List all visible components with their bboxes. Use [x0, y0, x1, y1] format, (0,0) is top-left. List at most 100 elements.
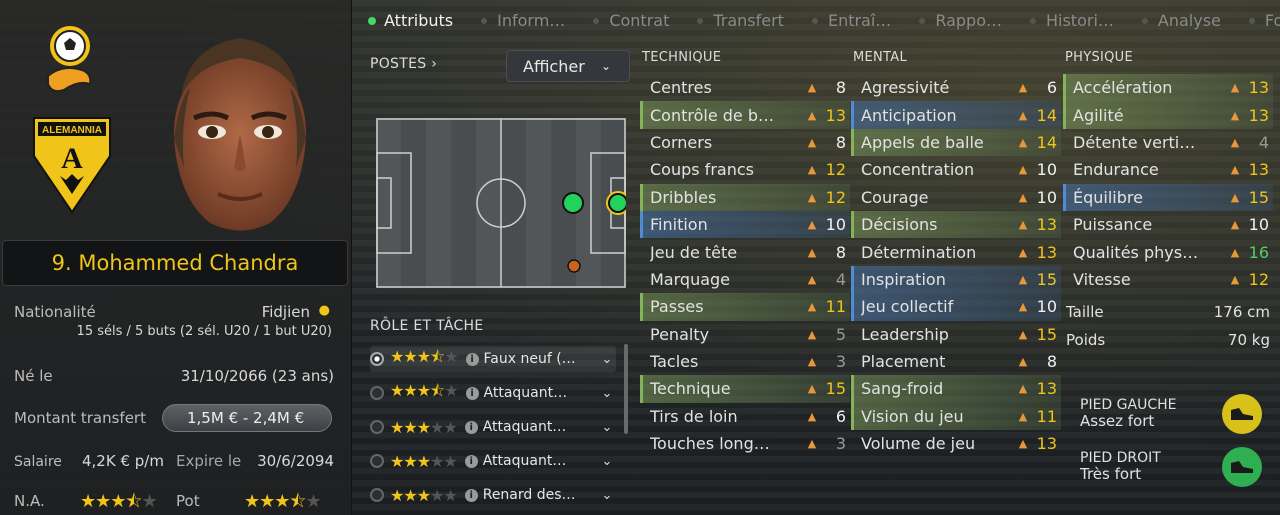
attribute-row[interactable]: Vision du jeu ▲ 11: [851, 402, 1061, 431]
transfer-value-button[interactable]: 1,5M € - 2,4M €: [162, 404, 332, 432]
attribute-row[interactable]: Endurance ▲ 13: [1063, 156, 1273, 183]
attribute-row[interactable]: Courage ▲ 10: [851, 184, 1061, 211]
weight-row: Poids 70 kg: [1066, 331, 1270, 349]
tab-analysis[interactable]: Analyse: [1141, 11, 1221, 30]
physique-column: PHYSIQUE Accélération ▲ 13 Agilité ▲ 13 Détent…: [1063, 50, 1273, 293]
chevron-down-icon[interactable]: ⌄: [598, 420, 616, 435]
nationality-value[interactable]: Fidjien: [262, 303, 310, 321]
attribute-value: 13: [1036, 242, 1057, 262]
role-row[interactable]: ★★★★★ i Attaquant… ⌄: [370, 448, 616, 474]
info-icon[interactable]: i: [465, 352, 479, 366]
attribute-row[interactable]: Penalty ▲ 5: [640, 321, 850, 348]
attribute-row[interactable]: Leadership ▲ 15: [851, 321, 1061, 348]
show-dropdown[interactable]: Afficher ⌄: [506, 50, 630, 82]
transfer-label: Montant transfert: [14, 409, 146, 427]
attribute-name: Qualités phys…: [1073, 242, 1199, 262]
position-marker-ac[interactable]: [562, 192, 584, 214]
attribute-row[interactable]: Contrôle de b… ▲ 13: [640, 101, 850, 129]
attribute-row[interactable]: Jeu de tête ▲ 8: [640, 238, 850, 265]
attribute-row[interactable]: Sang-froid ▲ 13: [851, 375, 1061, 403]
tab-attributes[interactable]: Attributs: [368, 11, 453, 30]
role-stars: ★★★★★: [390, 417, 458, 437]
attribute-row[interactable]: Touches long… ▲ 3: [640, 430, 850, 457]
chevron-down-icon[interactable]: ⌄: [598, 454, 616, 469]
info-icon[interactable]: i: [465, 386, 479, 400]
attribute-row[interactable]: Agilité ▲ 13: [1063, 101, 1273, 129]
role-radio[interactable]: [370, 386, 384, 400]
attribute-row[interactable]: Inspiration ▲ 15: [851, 265, 1061, 294]
role-radio[interactable]: [370, 454, 384, 468]
attribute-row[interactable]: Marquage ▲ 4: [640, 266, 850, 293]
role-row[interactable]: ★★★★★ i Attaquant… ⌄: [370, 414, 616, 440]
attribute-name: Anticipation: [861, 105, 957, 125]
attribute-row[interactable]: Appels de balle ▲ 14: [851, 128, 1061, 157]
chevron-down-icon[interactable]: ⌄: [598, 386, 616, 401]
tab-transfer[interactable]: Transfert: [697, 11, 784, 30]
attribute-row[interactable]: Jeu collectif ▲ 10: [851, 293, 1061, 321]
attribute-row[interactable]: Technique ▲ 15: [640, 375, 850, 403]
info-icon[interactable]: i: [464, 420, 478, 434]
role-stars: ★★★⯪★: [390, 346, 459, 366]
info-icon[interactable]: i: [464, 454, 478, 468]
attribute-row[interactable]: Volume de jeu ▲ 13: [851, 430, 1061, 457]
training-arrow-icon: ▲: [807, 272, 817, 286]
role-row[interactable]: ★★★★★ i Renard des… ⌄: [370, 482, 616, 508]
role-radio[interactable]: [370, 420, 384, 434]
attribute-row[interactable]: Détente verti… ▲ 4: [1063, 129, 1273, 156]
attribute-name: Endurance: [1073, 160, 1159, 180]
attribute-row[interactable]: Tacles ▲ 3: [640, 348, 850, 375]
attribute-row[interactable]: Équilibre ▲ 15: [1063, 183, 1273, 211]
attribute-row[interactable]: Puissance ▲ 10: [1063, 211, 1273, 238]
attribute-row[interactable]: Finition ▲ 10: [640, 210, 850, 239]
attribute-row[interactable]: Corners ▲ 8: [640, 129, 850, 156]
training-arrow-icon: ▲: [1018, 163, 1028, 177]
position-marker-mo[interactable]: [567, 259, 581, 273]
info-icon[interactable]: i: [464, 488, 478, 502]
positions-title[interactable]: POSTES ›: [370, 56, 437, 72]
attribute-row[interactable]: Qualités phys… ▲ 16: [1063, 238, 1273, 265]
potential-ability-stars: ★★★⯪★: [244, 491, 322, 512]
tab-information[interactable]: Inform…: [481, 11, 565, 30]
attribute-row[interactable]: Tirs de loin ▲ 6: [640, 403, 850, 430]
attribute-value: 13: [1248, 105, 1269, 125]
attribute-row[interactable]: Vitesse ▲ 12: [1063, 266, 1273, 293]
attribute-row[interactable]: Placement ▲ 8: [851, 348, 1061, 375]
attribute-row[interactable]: Coups francs ▲ 12: [640, 156, 850, 183]
tab-history[interactable]: Histori…: [1029, 11, 1114, 30]
left-boot-icon: [1222, 394, 1262, 434]
tab-form[interactable]: Form: [1248, 11, 1280, 30]
attribute-row[interactable]: Décisions ▲ 13: [851, 210, 1061, 239]
role-radio[interactable]: [370, 352, 384, 366]
attribute-row[interactable]: Dribbles ▲ 12: [640, 183, 850, 211]
right-foot-info: PIED DROIT Très fort: [1080, 450, 1161, 482]
player-name: 9. Mohammed Chandra: [2, 240, 348, 286]
training-arrow-icon: ▲: [807, 300, 817, 314]
chevron-down-icon[interactable]: ⌄: [598, 352, 616, 367]
tab-contract[interactable]: Contrat: [593, 11, 669, 30]
chevron-down-icon[interactable]: ⌄: [598, 488, 616, 503]
attribute-row[interactable]: Passes ▲ 11: [640, 293, 850, 321]
roles-scrollbar[interactable]: [624, 344, 628, 434]
role-radio[interactable]: [370, 488, 384, 502]
born-row: Né le 31/10/2066 (23 ans): [14, 367, 334, 385]
tab-reports[interactable]: Rappo…: [919, 11, 1002, 30]
training-arrow-icon: ▲: [807, 327, 817, 341]
attribute-row[interactable]: Accélération ▲ 13: [1063, 74, 1273, 102]
left-foot-label: PIED GAUCHE: [1080, 397, 1177, 413]
attribute-row[interactable]: Détermination ▲ 13: [851, 238, 1061, 265]
role-row[interactable]: ★★★⯪★ i Attaquant… ⌄: [370, 380, 616, 406]
attribute-row[interactable]: Concentration ▲ 10: [851, 156, 1061, 183]
tab-training[interactable]: Entraî…: [811, 11, 891, 30]
club-crest-icon: ALEMANNIA A: [33, 117, 111, 214]
attribute-value: 13: [1248, 160, 1269, 180]
club-badge-icon[interactable]: [42, 24, 98, 100]
attribute-row[interactable]: Anticipation ▲ 14: [851, 101, 1061, 129]
salary-value: 4,2K € p/m: [82, 452, 164, 470]
role-row[interactable]: ★★★⯪★ i Faux neuf (… ⌄: [370, 346, 616, 372]
attribute-row[interactable]: Centres ▲ 8: [640, 74, 850, 101]
attribute-name: Coups francs: [650, 160, 754, 180]
attribute-row[interactable]: Agressivité ▲ 6: [851, 74, 1061, 101]
right-foot-value: Très fort: [1080, 465, 1142, 483]
nation-flag-icon[interactable]: ●: [319, 303, 330, 318]
position-marker-bt[interactable]: [608, 193, 626, 213]
